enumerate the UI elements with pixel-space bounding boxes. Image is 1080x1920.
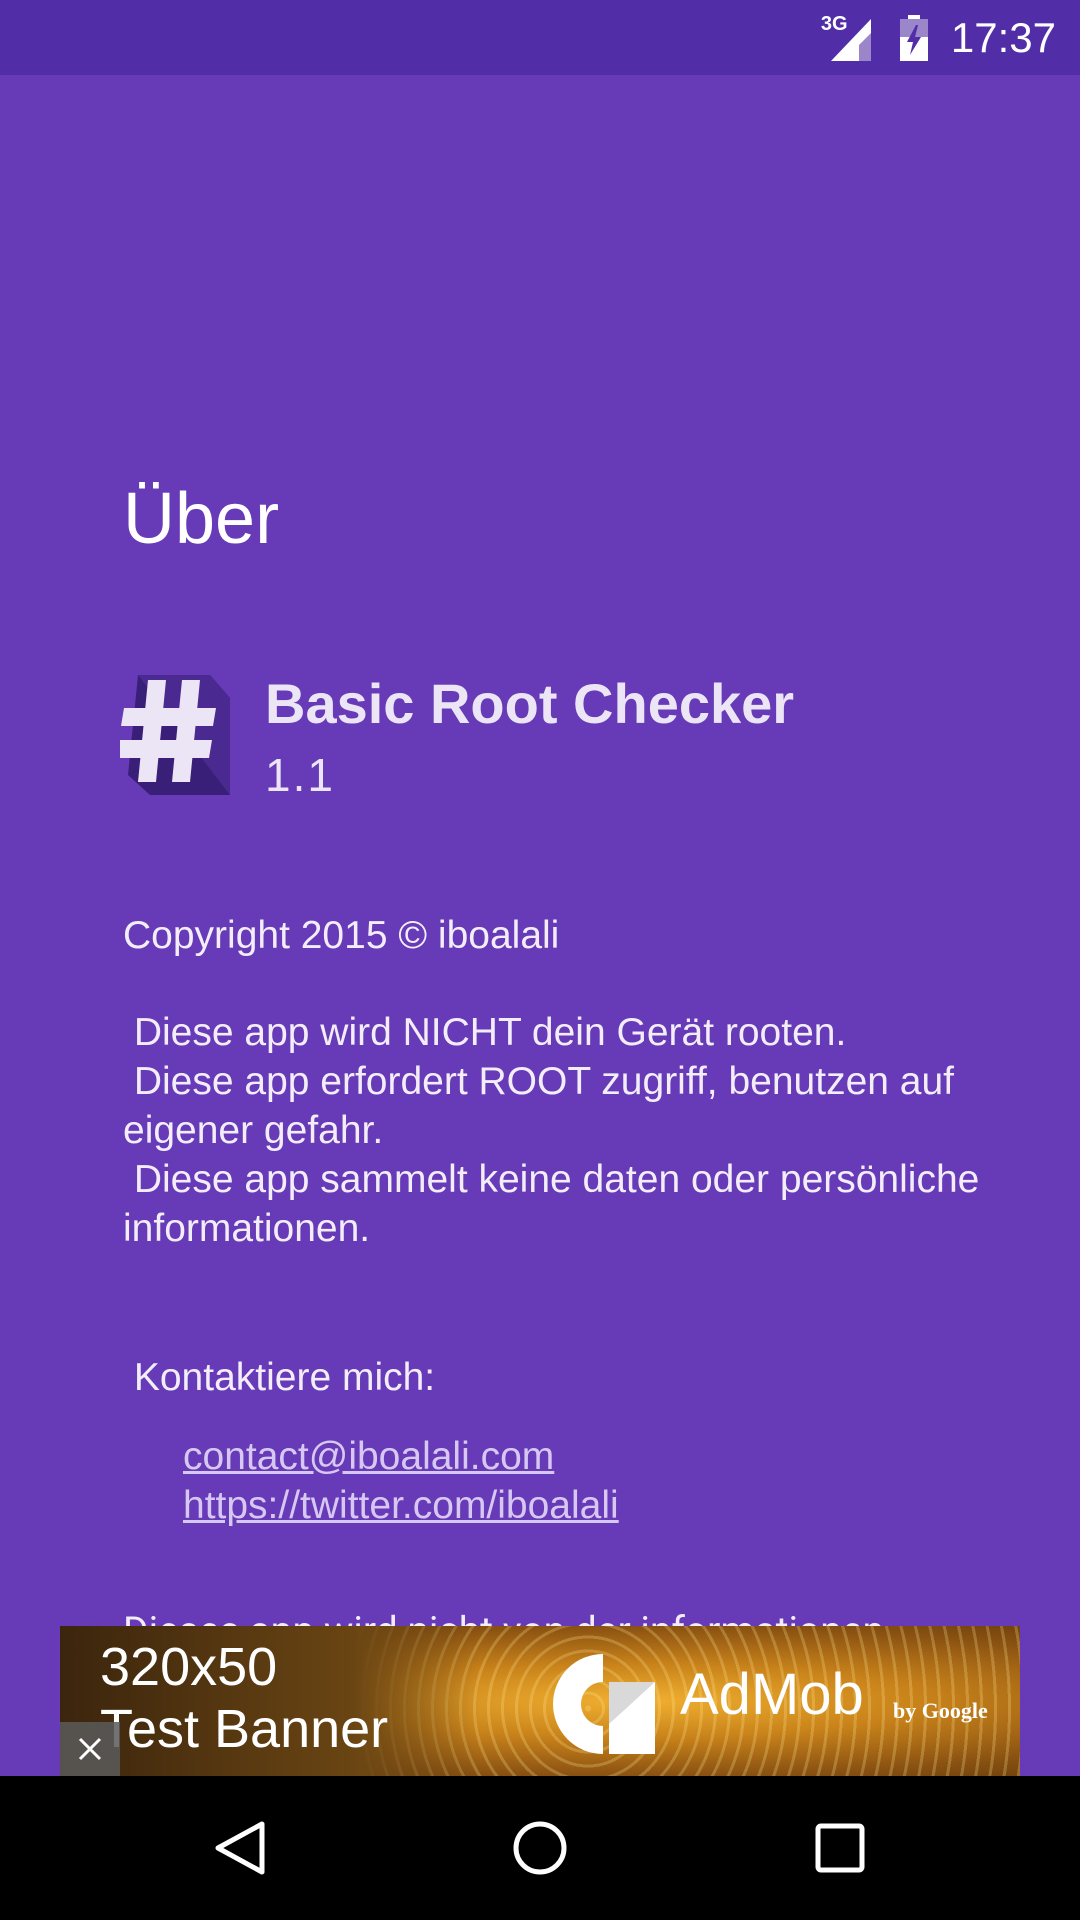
- hash-app-icon: [120, 670, 230, 795]
- partially-hidden-text: Dieses app wird nicht von der informatio…: [123, 1607, 884, 1626]
- ad-test-label: Test Banner: [100, 1699, 389, 1759]
- email-link[interactable]: contact@iboalali.com: [183, 1432, 619, 1481]
- close-icon[interactable]: [60, 1722, 120, 1776]
- ad-size-label: 320x50: [100, 1637, 278, 1697]
- twitter-link[interactable]: https://twitter.com/iboalali: [183, 1481, 619, 1530]
- status-bar: 3G 17:37: [0, 0, 1080, 75]
- status-time: 17:37: [950, 13, 1056, 61]
- back-triangle-icon[interactable]: [190, 1798, 290, 1898]
- ad-brand-sub: by Google: [893, 1698, 988, 1723]
- status-icons: 3G 17:37: [821, 0, 1056, 75]
- page-title: Über: [123, 479, 280, 559]
- disclaimer-text: Diese app wird NICHT dein Gerät rooten. …: [123, 1011, 980, 1250]
- about-content[interactable]: Über Basic Root Checker 1.1 Copyright 20…: [0, 75, 1080, 1626]
- network-type-label: 3G: [820, 12, 848, 35]
- ad-banner[interactable]: 320x50 Test Banner AdMob by Google: [60, 1626, 1020, 1776]
- recents-square-icon[interactable]: [790, 1798, 890, 1898]
- copyright-text: Copyright 2015 © iboalali: [123, 914, 560, 957]
- app-version: 1.1: [265, 749, 335, 801]
- signal-3g-icon: 3G: [820, 12, 877, 61]
- battery-charging-icon: [899, 14, 929, 61]
- navigation-bar: [0, 1776, 1080, 1920]
- contact-links: contact@iboalali.com https://twitter.com…: [183, 1432, 619, 1530]
- contact-heading: Kontaktiere mich:: [123, 1356, 436, 1399]
- home-circle-icon[interactable]: [490, 1798, 590, 1898]
- app-header: Basic Root Checker 1.1: [120, 670, 1020, 801]
- ad-brand: AdMob: [680, 1662, 864, 1727]
- about-screen: 3G 17:37 Über Basic Root Checker 1.1 Cop…: [0, 0, 1080, 1920]
- admob-logo-icon: [543, 1654, 658, 1754]
- app-name: Basic Root Checker: [265, 672, 795, 735]
